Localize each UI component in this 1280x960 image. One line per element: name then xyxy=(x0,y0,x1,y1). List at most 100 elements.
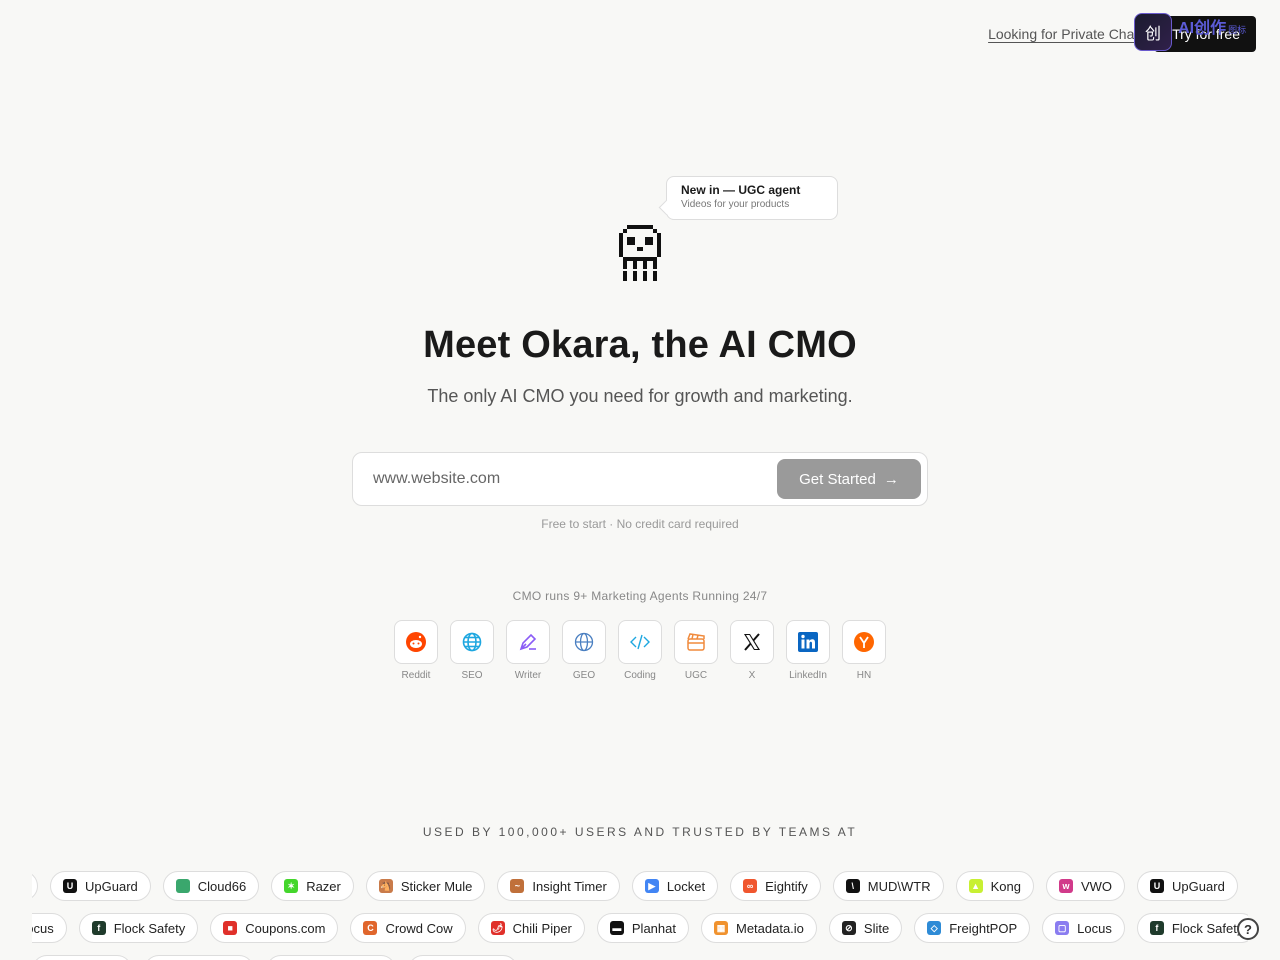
used-by-title: USED BY 100,000+ USERS AND TRUSTED BY TE… xyxy=(422,825,858,839)
agent-label: Reddit xyxy=(401,670,431,681)
company-logo-icon: ~ xyxy=(510,879,525,893)
top-bar: Looking for Private Chat? Try for free 创… xyxy=(988,13,1256,52)
agent-linkedin[interactable]: LinkedIn xyxy=(786,620,830,681)
linkedin-icon xyxy=(798,632,818,652)
hackernews-icon xyxy=(854,632,874,652)
company-name: Planhat xyxy=(631,920,676,936)
agent-reddit[interactable]: Reddit xyxy=(394,620,438,681)
agent-writer[interactable]: Writer xyxy=(506,620,550,681)
logo-chip: ▬ Planhat xyxy=(596,913,689,943)
logo-chip: f Flock Safety xyxy=(78,913,199,943)
agent-label: HN xyxy=(856,670,872,681)
company-logo-icon xyxy=(175,879,190,893)
logo-chip: Locus xyxy=(32,913,67,943)
company-logo-icon: ⊘ xyxy=(841,921,856,935)
logo-chip: U UpGuard xyxy=(1137,871,1238,901)
company-logo-icon: ◇ xyxy=(927,921,942,935)
clapper-icon xyxy=(687,633,705,651)
company-logo-icon: ■ xyxy=(223,921,238,935)
agent-coding[interactable]: Coding xyxy=(618,620,662,681)
pen-icon xyxy=(519,633,537,651)
company-logo-icon: ▦ xyxy=(713,921,728,935)
agent-label: Writer xyxy=(514,670,542,681)
company-name: UpGuard xyxy=(85,878,138,894)
arrow-right-icon: → xyxy=(883,470,899,488)
globe-icon xyxy=(462,632,482,652)
private-chat-link[interactable]: Looking for Private Chat? xyxy=(988,26,1146,42)
logo-strip-1: U UpGuard Cloud66 ✶ Razer 🐴 Sticker Mule ~ Insig… xyxy=(32,871,1238,901)
agents-title: CMO runs 9+ Marketing Agents Running 24/… xyxy=(512,589,768,603)
company-name: Insight Timer xyxy=(532,878,607,894)
agent-ugc[interactable]: UGC xyxy=(674,620,718,681)
agent-x[interactable]: X xyxy=(730,620,774,681)
agent-label: X xyxy=(748,670,756,681)
announcement-bubble[interactable]: New in — UGC agent Videos for your produ… xyxy=(666,176,838,220)
company-name: Sticker Mule xyxy=(400,878,473,894)
help-icon[interactable]: ? xyxy=(1237,918,1259,940)
company-name: Crowd Cow xyxy=(385,920,453,936)
logo-chip: 🐴 Sticker Mule xyxy=(365,871,486,901)
company-name: Locket xyxy=(666,878,706,894)
agent-label: LinkedIn xyxy=(789,670,827,681)
agent-seo-box xyxy=(450,620,494,664)
logo-chip: w VWO xyxy=(1045,871,1126,901)
logo-chip: f Flock Safety xyxy=(1136,913,1248,943)
company-name: Flock Safety xyxy=(113,920,186,936)
logo-chip xyxy=(408,955,518,960)
overlay-label: AI创作 xyxy=(1178,20,1227,37)
agent-writer-box xyxy=(506,620,550,664)
logo-chip: 🌶 Chili Piper xyxy=(477,913,585,943)
company-name: Cloud66 xyxy=(197,878,247,894)
company-logo-icon: ▲ xyxy=(968,879,983,893)
logo-chip: ◇ FreightPOP xyxy=(914,913,1031,943)
company-name: Kong xyxy=(990,878,1021,894)
okara-skull-logo-icon xyxy=(619,225,661,281)
logo-chip: ∞ Eightify xyxy=(730,871,821,901)
ai-create-overlay-icon[interactable]: 创 xyxy=(1134,13,1173,51)
agent-reddit-box xyxy=(394,620,438,664)
logo-chip xyxy=(144,955,254,960)
company-logo-icon: U xyxy=(63,879,77,893)
agent-ugc-box xyxy=(674,620,718,664)
agent-seo[interactable]: SEO xyxy=(450,620,494,681)
agent-geo[interactable]: GEO xyxy=(562,620,606,681)
get-started-label: Get Started xyxy=(799,470,876,488)
agent-hn-box xyxy=(842,620,886,664)
company-logo-icon: w xyxy=(1058,879,1073,893)
company-name: Eightify xyxy=(765,878,808,894)
free-note: Free to start · No credit card required xyxy=(541,517,739,531)
reddit-icon xyxy=(406,632,426,652)
logo-chip: ■ Coupons.com xyxy=(210,913,339,943)
logo-chip: \ MUD\WTR xyxy=(832,871,944,901)
x-icon xyxy=(744,633,760,651)
logo-chip: C Crowd Cow xyxy=(350,913,466,943)
company-name: Slite xyxy=(863,920,890,936)
agent-label: GEO xyxy=(572,670,596,681)
agent-label: UGC xyxy=(684,670,708,681)
company-logo-icon: f xyxy=(91,921,106,935)
logo-chip-partial xyxy=(32,871,38,901)
agent-linkedin-box xyxy=(786,620,830,664)
company-name: MUD\WTR xyxy=(867,878,931,894)
company-name: Coupons.com xyxy=(245,920,326,936)
company-name: Razer xyxy=(306,878,341,894)
get-started-button[interactable]: Get Started → xyxy=(777,459,921,499)
announcement-subtitle: Videos for your products xyxy=(681,199,790,210)
company-name: Metadata.io xyxy=(735,920,804,936)
logo-chip: ⊘ Slite xyxy=(828,913,903,943)
logo-chip: ~ Insight Timer xyxy=(497,871,620,901)
globe-outline-icon xyxy=(574,632,594,652)
ai-create-overlay-text[interactable]: AI创作 图标 xyxy=(1178,14,1246,38)
logo-chip: ▶ Locket xyxy=(631,871,719,901)
logo-chip: ✶ Razer xyxy=(271,871,354,901)
agent-geo-box xyxy=(562,620,606,664)
try-wrap: Try for free 创 AI创作 图标 xyxy=(1134,13,1256,52)
logo-chip: ▲ Kong xyxy=(955,871,1034,901)
agent-hn[interactable]: HN xyxy=(842,620,886,681)
logo-row-1: U UpGuard Cloud66 ✶ Razer 🐴 Sticker Mule ~ Insig… xyxy=(32,871,1248,903)
logo-chip: ▢ Locus xyxy=(1042,913,1125,943)
logo-strip-3 xyxy=(32,955,518,960)
logo-chip: ▦ Metadata.io xyxy=(700,913,817,943)
logo-row-3 xyxy=(32,955,1248,960)
website-input[interactable] xyxy=(373,453,753,505)
